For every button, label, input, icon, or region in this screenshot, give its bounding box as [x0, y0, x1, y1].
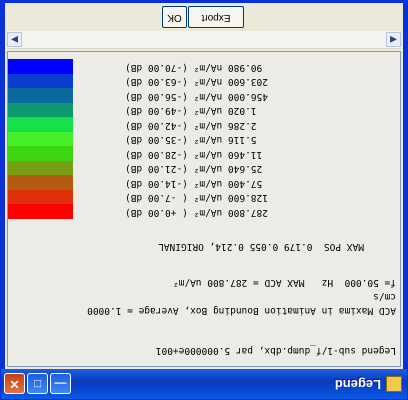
legend-color-swatch [7, 146, 73, 161]
scroll-left-icon[interactable]: ◀ [386, 32, 401, 47]
rotated-stage: Legend — □ ✕ Legend sub-1/f_dump.dbx, pa… [0, 0, 408, 400]
legend-color-swatch [7, 117, 73, 132]
legend-color-swatch [7, 131, 73, 147]
legend-description: ACD Maxima in Animation Bounding Box, Av… [87, 305, 396, 316]
legend-row-value: 456.000 nA/m² (-56.00 dB) [125, 91, 268, 102]
button-area: Export OK [5, 3, 403, 31]
app-icon [386, 376, 402, 392]
close-button[interactable]: ✕ [4, 373, 25, 394]
legend-row-value: 5.116 uA/m² (-35.00 dB) [125, 134, 268, 146]
legend-row-value: 128.600 uA/m² ( -7.00 dB) [125, 192, 268, 204]
maximize-button[interactable]: □ [27, 373, 48, 394]
minimize-button[interactable]: — [50, 373, 71, 394]
legend-summary: f= 50.000 Hz MAX ACD = 287.800 uA/m² [172, 277, 396, 288]
legend-row-value: 11.460 uA/m² (-28.00 dB) [125, 149, 268, 160]
legend-row-value: 203.600 nA/m² (-63.00 dB) [125, 76, 268, 88]
legend-row-value: 287.800 uA/m² ( +0.00 dB) [125, 207, 268, 218]
legend-color-swatch [7, 73, 73, 89]
legend-row-value: 57.400 uA/m² (-14.00 dB) [125, 178, 268, 189]
horizontal-scrollbar[interactable]: ◀ ▶ [7, 31, 401, 49]
title-bar[interactable]: Legend — □ ✕ [1, 369, 407, 399]
legend-row-value: 25.640 uA/m² (-21.00 dB) [125, 163, 268, 175]
legend-header: Legend sub-1/f_dump.dbx, par 5.000000e+0… [155, 345, 396, 356]
legend-max-pos: MAX POS 0.179 0.055 0.214, ORIGINAL [158, 241, 364, 252]
scroll-right-icon[interactable]: ▶ [7, 32, 22, 47]
legend-color-swatch [7, 102, 73, 118]
window-client: Legend sub-1/f_dump.dbx, par 5.000000e+0… [5, 3, 403, 369]
legend-color-swatch [7, 160, 73, 176]
legend-row-value: 90.980 nA/m² (-70.00 dB) [125, 62, 268, 73]
legend-row-value: 1.020 uA/m² (-49.00 dB) [125, 105, 268, 117]
window-title: Legend [334, 377, 381, 392]
legend-row-value: 2.286 uA/m² (-42.00 dB) [125, 120, 268, 131]
legend-color-swatch [7, 59, 73, 74]
legend-color-swatch [7, 189, 73, 205]
legend-text-panel[interactable]: Legend sub-1/f_dump.dbx, par 5.000000e+0… [7, 51, 401, 367]
ok-button[interactable]: OK [162, 6, 187, 28]
legend-unit: cm/s [373, 291, 396, 302]
legend-window: Legend — □ ✕ Legend sub-1/f_dump.dbx, pa… [0, 0, 408, 400]
legend-color-swatch [7, 204, 73, 219]
legend-color-swatch [7, 88, 73, 103]
export-button[interactable]: Export [188, 6, 244, 28]
legend-color-swatch [7, 175, 73, 190]
